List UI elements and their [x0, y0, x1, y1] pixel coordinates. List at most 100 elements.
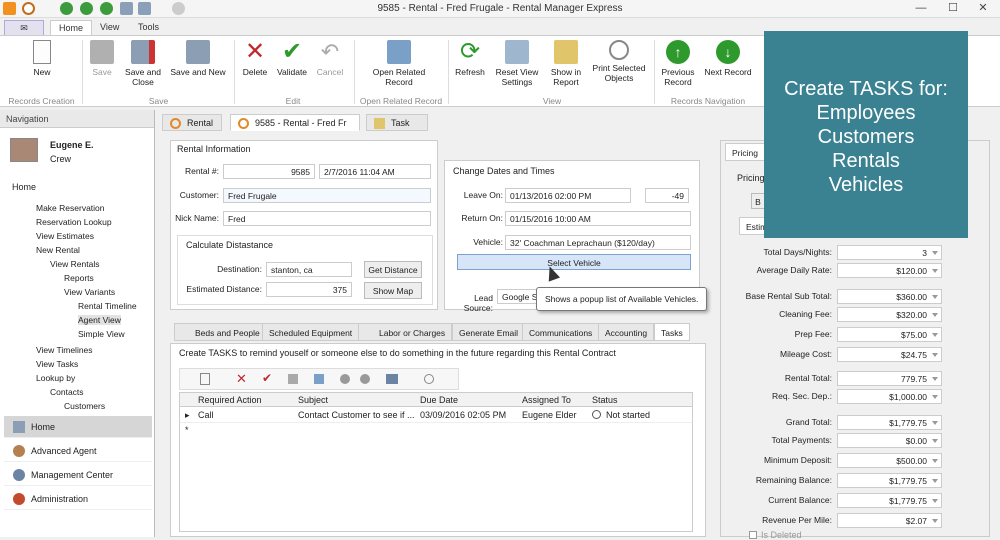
- pricing-value[interactable]: $24.75: [837, 347, 942, 362]
- prev-task-icon[interactable]: [340, 374, 350, 384]
- tree-item-view-variants[interactable]: View Variants: [64, 287, 115, 297]
- sub-tab-tasks[interactable]: Tasks: [654, 323, 690, 341]
- group-records-creation: Records Creation: [8, 96, 75, 106]
- tree-item-new-rental[interactable]: New Rental: [36, 245, 80, 255]
- nick-name-field[interactable]: Fred: [223, 211, 431, 226]
- sub-tab-accounting[interactable]: Accounting: [598, 323, 655, 341]
- pricing-value[interactable]: $1,779.75: [837, 473, 942, 488]
- pricing-value[interactable]: $120.00: [837, 263, 942, 278]
- reset-view-settings-button[interactable]: Reset View Settings: [492, 40, 542, 87]
- distance-group: Calculate Distastance Destination: stant…: [177, 235, 433, 305]
- sub-tab-labor-or-charges[interactable]: Labor or Charges: [358, 323, 453, 341]
- pricing-value[interactable]: $360.00: [837, 289, 942, 304]
- tree-item-view-estimates[interactable]: View Estimates: [36, 231, 94, 241]
- new-task-icon[interactable]: [200, 373, 210, 385]
- pricing-value[interactable]: 3: [837, 245, 942, 260]
- print-selected-objects-button[interactable]: Print Selected Objects: [590, 40, 648, 83]
- filter-task-icon[interactable]: [424, 374, 434, 384]
- overlay-line-4: Rentals: [832, 150, 900, 172]
- sub-tab-beds-and-people[interactable]: Beds and People: [174, 323, 267, 341]
- tree-item-lookup-by[interactable]: Lookup by: [36, 373, 75, 383]
- tree-item-agent-view[interactable]: Agent View: [78, 315, 121, 325]
- sub-tab-generate-email[interactable]: Generate Email: [452, 323, 526, 341]
- pricing-value[interactable]: $2.07: [837, 513, 942, 528]
- estimated-distance-field[interactable]: 375: [266, 282, 352, 297]
- tree-item-reservation-lookup[interactable]: Reservation Lookup: [36, 217, 112, 227]
- save-button[interactable]: Save: [86, 40, 118, 77]
- leave-on-field[interactable]: 01/13/2016 02:00 PM: [505, 188, 631, 203]
- col-due-date[interactable]: Due Date: [420, 395, 458, 405]
- new-button[interactable]: New: [22, 40, 62, 77]
- next-record-button[interactable]: ↓ Next Record: [702, 40, 754, 77]
- nav-button-management-center[interactable]: Management Center: [4, 464, 152, 486]
- tree-item-reports[interactable]: Reports: [64, 273, 94, 283]
- show-map-button[interactable]: Show Map: [364, 282, 422, 299]
- tab-view[interactable]: View: [92, 20, 127, 36]
- pricing-value[interactable]: $75.00: [837, 327, 942, 342]
- minimize-button[interactable]: —: [908, 1, 934, 16]
- return-on-field[interactable]: 01/15/2016 10:00 AM: [505, 211, 691, 226]
- col-required-action[interactable]: Required Action: [198, 395, 262, 405]
- refresh-button[interactable]: ⟳ Refresh: [452, 40, 488, 78]
- validate-button[interactable]: ✔ Validate: [274, 40, 310, 78]
- pricing-value[interactable]: $1,779.75: [837, 415, 942, 430]
- col-assigned-to[interactable]: Assigned To: [522, 395, 571, 405]
- open-task-icon[interactable]: [314, 374, 324, 384]
- destination-field[interactable]: stanton, ca: [266, 262, 352, 277]
- table-row[interactable]: ▸ Call Contact Customer to see if ... 03…: [180, 409, 692, 423]
- save-and-close-button[interactable]: Save and Close: [122, 40, 164, 87]
- tree-item-view-rentals[interactable]: View Rentals: [50, 259, 99, 269]
- date-offset-field[interactable]: -49: [645, 188, 689, 203]
- sub-tab-communications[interactable]: Communications: [522, 323, 600, 341]
- maximize-button[interactable]: ☐: [940, 1, 966, 16]
- tab-tools[interactable]: Tools: [130, 20, 167, 36]
- tree-item-view-timelines[interactable]: View Timelines: [36, 345, 93, 355]
- tree-item-rental-timeline[interactable]: Rental Timeline: [78, 301, 137, 311]
- pricing-value[interactable]: $0.00: [837, 433, 942, 448]
- sub-tab-scheduled-equipment[interactable]: Scheduled Equipment: [262, 323, 360, 341]
- doc-tab-rental-record[interactable]: 9585 - Rental - Fred Fr: [230, 114, 360, 131]
- export-task-icon[interactable]: [386, 374, 398, 384]
- pricing-button[interactable]: B: [751, 193, 765, 209]
- select-vehicle-button[interactable]: Select Vehicle: [457, 254, 691, 270]
- tree-item-customers[interactable]: Customers: [64, 401, 105, 411]
- cancel-button[interactable]: ↶ Cancel: [312, 40, 348, 78]
- tree-item-make-reservation[interactable]: Make Reservation: [36, 203, 105, 213]
- view-settings-icon: [505, 40, 529, 64]
- customer-field[interactable]: Fred Frugale: [223, 188, 431, 203]
- tab-pricing[interactable]: Pricing: [725, 143, 765, 161]
- save-and-new-button[interactable]: Save and New: [168, 40, 228, 77]
- tree-item-simple-view[interactable]: Simple View: [78, 329, 125, 339]
- delete-button[interactable]: ✕ Delete: [238, 40, 272, 78]
- is-deleted-checkbox[interactable]: [749, 531, 757, 539]
- save-task-icon[interactable]: [288, 374, 298, 384]
- col-subject[interactable]: Subject: [298, 395, 328, 405]
- vehicle-field[interactable]: 32' Coachman Leprachaun ($120/day): [505, 235, 691, 250]
- pricing-value[interactable]: $1,779.75: [837, 493, 942, 508]
- pricing-value[interactable]: $500.00: [837, 453, 942, 468]
- nav-button-advanced-agent[interactable]: Advanced Agent: [4, 440, 152, 462]
- next-task-icon[interactable]: [360, 374, 370, 384]
- tab-home[interactable]: Home: [50, 20, 93, 36]
- new-row-indicator[interactable]: *: [185, 425, 189, 435]
- show-in-report-button[interactable]: Show in Report: [544, 40, 588, 87]
- delete-task-icon[interactable]: ✕: [236, 371, 247, 387]
- app-menu-button[interactable]: ✉: [4, 20, 44, 36]
- tree-item-contacts[interactable]: Contacts: [50, 387, 84, 397]
- open-related-record-button[interactable]: Open Related Record: [366, 40, 432, 87]
- validate-task-icon[interactable]: ✔: [262, 371, 272, 385]
- get-distance-button[interactable]: Get Distance: [364, 261, 422, 278]
- col-status[interactable]: Status: [592, 395, 618, 405]
- doc-tab-rental[interactable]: Rental: [162, 114, 222, 131]
- pricing-value[interactable]: $320.00: [837, 307, 942, 322]
- nav-button-administration[interactable]: Administration: [4, 488, 152, 510]
- rental-date-field[interactable]: 2/7/2016 11:04 AM: [319, 164, 431, 179]
- close-button[interactable]: ✕: [970, 1, 996, 16]
- pricing-value[interactable]: $1,000.00: [837, 389, 942, 404]
- pricing-value[interactable]: 779.75: [837, 371, 942, 386]
- nav-button-home[interactable]: Home: [4, 416, 152, 438]
- previous-record-button[interactable]: ↑ Previous Record: [658, 40, 698, 87]
- tree-item-view-tasks[interactable]: View Tasks: [36, 359, 78, 369]
- doc-tab-task[interactable]: Task: [366, 114, 428, 131]
- rental-number-field[interactable]: 9585: [223, 164, 315, 179]
